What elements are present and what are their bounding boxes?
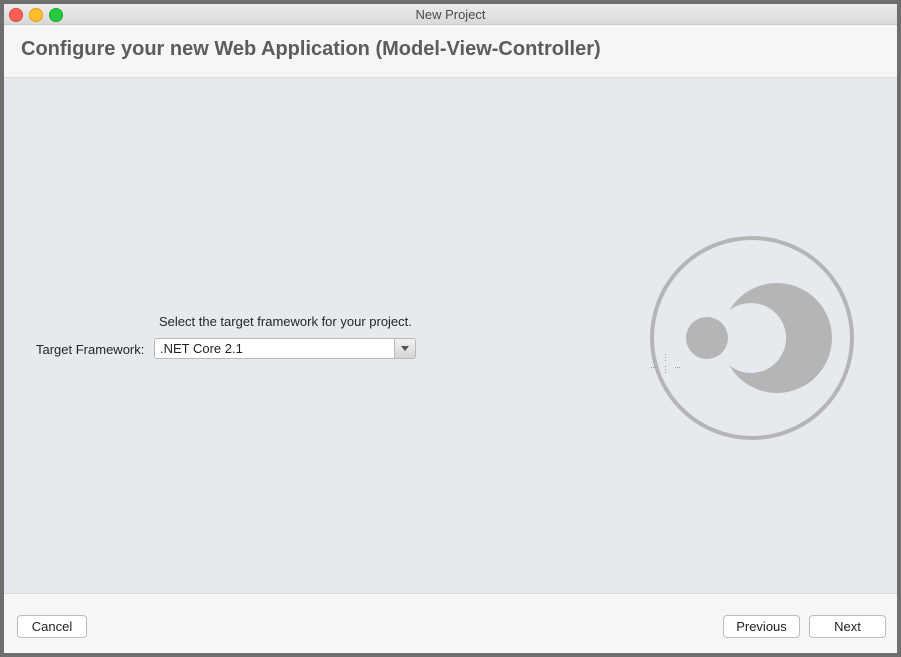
target-framework-value: .NET Core 2.1 xyxy=(160,341,243,356)
content-area: Select the target framework for your pro… xyxy=(4,78,897,593)
target-framework-select[interactable]: .NET Core 2.1 xyxy=(154,338,416,359)
previous-button[interactable]: Previous xyxy=(723,615,800,638)
cancel-button[interactable]: Cancel xyxy=(17,615,87,638)
footer-bar: Cancel Previous Next xyxy=(4,593,897,653)
page-title: Configure your new Web Application (Mode… xyxy=(21,38,601,60)
title-bar[interactable]: New Project xyxy=(4,4,897,25)
new-project-window: New Project Configure your new Web Appli… xyxy=(4,4,897,653)
page-header: Configure your new Web Application (Mode… xyxy=(4,25,897,78)
dotnet-project-logo-icon xyxy=(650,236,854,440)
window-title: New Project xyxy=(415,7,486,22)
chevron-down-icon[interactable] xyxy=(394,339,415,358)
framework-instruction: Select the target framework for your pro… xyxy=(159,314,412,329)
target-framework-label: Target Framework: xyxy=(36,342,145,357)
next-button[interactable]: Next xyxy=(809,615,886,638)
